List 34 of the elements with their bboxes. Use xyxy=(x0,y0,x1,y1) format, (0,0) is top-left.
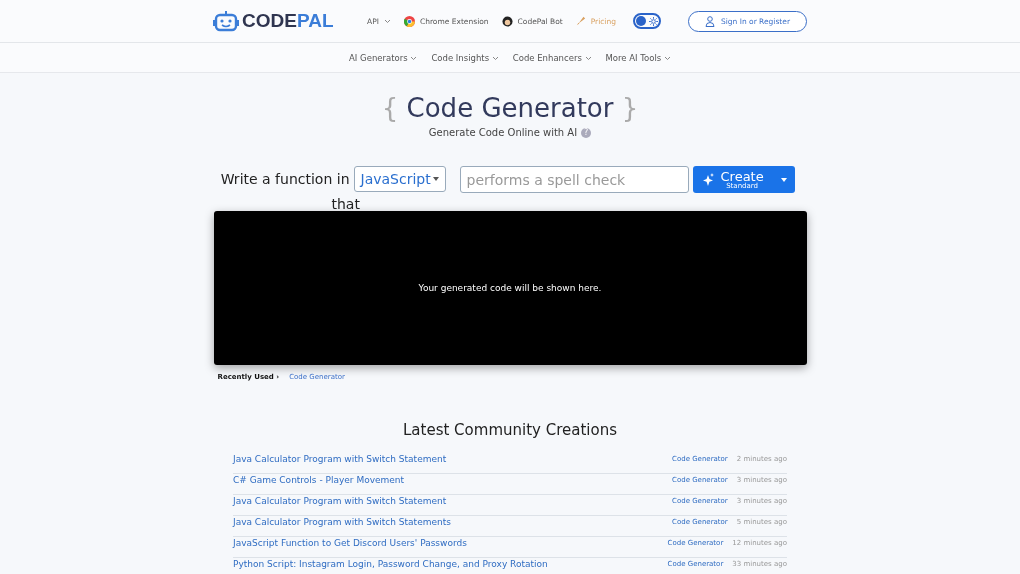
creation-link[interactable]: C# Game Controls - Player Movement xyxy=(233,475,405,485)
input-field[interactable]: performs a spell check xyxy=(459,166,689,193)
sun-icon xyxy=(648,16,658,26)
creation-link[interactable]: JavaScript Function to Get Discord Users' Passwords xyxy=(233,538,467,548)
language-select[interactable]: JavaScript xyxy=(353,166,446,192)
chevron-down-icon xyxy=(491,55,499,61)
caret-icon xyxy=(432,177,439,181)
prompt-text: Write a function in xyxy=(220,171,350,187)
logo-text: CODEPAL xyxy=(242,10,334,32)
robot-icon xyxy=(213,10,239,32)
menu-link[interactable]: More AI Tools xyxy=(605,52,671,63)
caret-icon[interactable] xyxy=(780,177,787,182)
cat-icon xyxy=(501,15,513,27)
code-output-box: Your generated code will be shown here. xyxy=(213,211,807,365)
creation-link[interactable]: Java Calculator Program with Switch Statement xyxy=(233,454,447,464)
menu-link[interactable]: AI Generators xyxy=(349,52,418,63)
logo[interactable]: CODEPAL xyxy=(213,10,334,32)
chevron-down-icon xyxy=(410,55,418,61)
prompt-text: that xyxy=(331,198,360,211)
chevron-down-icon xyxy=(383,18,391,24)
menu-link[interactable]: Code Enhancers xyxy=(512,52,592,63)
theme-toggle[interactable] xyxy=(632,13,661,29)
chrome-icon xyxy=(403,15,415,27)
creation-link[interactable]: Python Script: Instagram Login, Password Change, and Proxy Rotation xyxy=(233,559,548,569)
sparkle-icon xyxy=(700,172,715,187)
chevron-down-icon xyxy=(663,55,671,61)
subtitle: Generate Code Online with AI xyxy=(428,127,578,138)
user-icon xyxy=(704,15,715,27)
chevron-down-icon xyxy=(584,55,592,61)
menu-link[interactable]: Code Insights xyxy=(431,52,499,63)
page-title: { Code Generator } xyxy=(381,93,639,123)
creation-link[interactable]: Java Calculator Program with Switch Statement xyxy=(233,496,447,506)
section-title: Latest Community Creations xyxy=(403,421,617,439)
creation-link[interactable]: Java Calculator Program with Switch Statements xyxy=(233,517,451,527)
